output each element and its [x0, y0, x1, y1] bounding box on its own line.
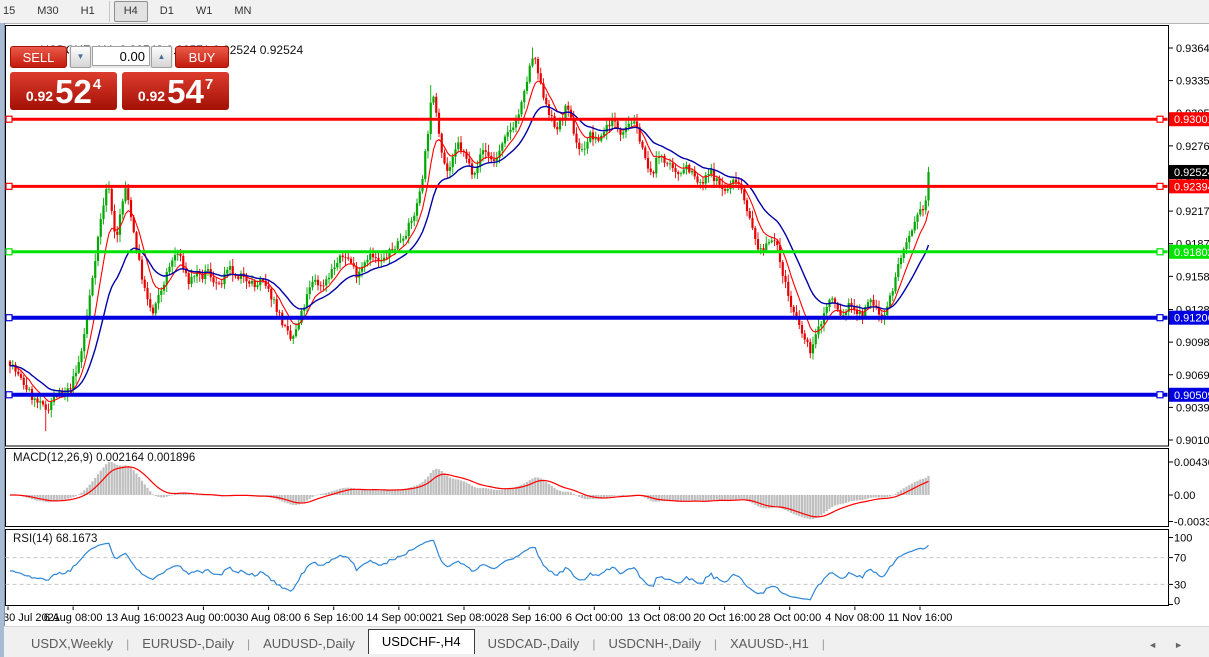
chart-tab-xauusd-h1[interactable]: XAUUSD-,H1 [717, 634, 822, 654]
svg-text:0.93001: 0.93001 [1174, 114, 1209, 126]
volume-increase-button[interactable]: ▲ [151, 46, 172, 68]
svg-text:11 Nov 16:00: 11 Nov 16:00 [888, 612, 953, 624]
svg-text:0.92170: 0.92170 [1176, 206, 1209, 218]
svg-text:-0.00336: -0.00336 [1174, 517, 1209, 529]
toolbar-separator [109, 1, 110, 22]
svg-text:21 Sep 08:00: 21 Sep 08:00 [431, 612, 496, 624]
buy-price-main: 54 [167, 77, 204, 107]
timeframe-button-h1[interactable]: H1 [71, 1, 105, 22]
hline-handle[interactable] [1157, 249, 1163, 255]
hline-handle[interactable] [1157, 116, 1163, 122]
tabs-scroll-left-icon[interactable]: ◄ [1148, 640, 1157, 650]
volume-decrease-button[interactable]: ▼ [70, 46, 91, 68]
svg-text:0.004366: 0.004366 [1174, 457, 1209, 469]
svg-text:6 Sep 16:00: 6 Sep 16:00 [304, 612, 363, 624]
sell-button[interactable]: SELL [10, 46, 67, 68]
price-axis: 0.936450.933500.930550.927600.924650.921… [1169, 43, 1209, 608]
sell-price-prefix: 0.92 [26, 88, 53, 104]
buy-price-button[interactable]: 0.92 54 7 [122, 72, 229, 110]
svg-text:0.90100: 0.90100 [1176, 435, 1209, 447]
buy-price-prefix: 0.92 [138, 88, 165, 104]
chart-tab-usdcnh-daily[interactable]: USDCNH-,Daily [595, 634, 713, 654]
chart-tab-usdx-weekly[interactable]: USDX,Weekly [18, 634, 126, 654]
svg-text:0: 0 [1174, 596, 1180, 608]
timeframe-button-w1[interactable]: W1 [186, 1, 223, 22]
timeframe-button-mn[interactable]: MN [224, 1, 261, 22]
svg-text:20 Oct 16:00: 20 Oct 16:00 [693, 612, 756, 624]
sell-price-pip: 4 [93, 76, 101, 93]
sell-price-main: 52 [55, 77, 92, 107]
svg-text:0.93350: 0.93350 [1176, 76, 1209, 88]
chart-tab-usdcad-daily[interactable]: USDCAD-,Daily [475, 634, 593, 654]
window-frame [0, 23, 5, 657]
svg-text:0.92394: 0.92394 [1174, 181, 1209, 193]
hline-handle[interactable] [6, 315, 12, 321]
volume-input[interactable] [92, 46, 150, 66]
svg-text:6 Aug 08:00: 6 Aug 08:00 [44, 612, 103, 624]
rsi-indicator-label: RSI(14) 68.1673 [13, 533, 97, 545]
timeframe-toolbar: 15M30H1 H4D1W1MN [0, 0, 1209, 24]
sell-price-button[interactable]: 0.92 52 4 [10, 72, 117, 110]
svg-text:30 Aug 08:00: 30 Aug 08:00 [236, 612, 301, 624]
svg-text:6 Oct 00:00: 6 Oct 00:00 [566, 612, 623, 624]
hline-handle[interactable] [1157, 392, 1163, 398]
svg-text:4 Nov 08:00: 4 Nov 08:00 [825, 612, 884, 624]
svg-text:0.91206: 0.91206 [1174, 313, 1209, 325]
chart-tab-eurusd-daily[interactable]: EURUSD-,Daily [129, 634, 247, 654]
svg-text:0.91802: 0.91802 [1174, 247, 1209, 259]
hline-handle[interactable] [6, 183, 12, 189]
svg-text:13 Oct 08:00: 13 Oct 08:00 [628, 612, 691, 624]
svg-text:0.90690: 0.90690 [1176, 370, 1209, 382]
buy-button[interactable]: BUY [175, 46, 229, 68]
svg-text:0.93645: 0.93645 [1176, 43, 1209, 55]
hline-handle[interactable] [1157, 315, 1163, 321]
chart-tabs: USDX,Weekly|EURUSD-,Daily|AUDUSD-,DailyU… [18, 629, 825, 654]
svg-text:0.91580: 0.91580 [1176, 271, 1209, 283]
svg-text:30: 30 [1174, 579, 1186, 591]
one-click-trade-panel: SELL ▼ ▲ BUY 0.92 52 4 0.92 54 7 [10, 46, 229, 110]
svg-text:14 Sep 00:00: 14 Sep 00:00 [366, 612, 431, 624]
hline-handle[interactable] [6, 392, 12, 398]
svg-text:23 Aug 00:00: 23 Aug 00:00 [171, 612, 236, 624]
hline-handle[interactable] [1157, 183, 1163, 189]
svg-text:0.90985: 0.90985 [1176, 337, 1209, 349]
chart-tab-usdchf-h4[interactable]: USDCHF-,H4 [368, 629, 475, 654]
svg-text:28 Sep 16:00: 28 Sep 16:00 [496, 612, 561, 624]
timeframe-button-d1[interactable]: D1 [150, 1, 184, 22]
rsi-panel-frame [6, 530, 1169, 606]
svg-text:100: 100 [1174, 533, 1192, 545]
svg-text:28 Oct 00:00: 28 Oct 00:00 [758, 612, 821, 624]
timeframe-button-15[interactable]: 15 [0, 1, 25, 22]
svg-text:0.92760: 0.92760 [1176, 141, 1209, 153]
tabs-scroll-right-icon[interactable]: ► [1174, 640, 1183, 650]
buy-price-pip: 7 [205, 76, 213, 93]
svg-text:0.90509: 0.90509 [1174, 390, 1209, 402]
timeframe-button-h4[interactable]: H4 [114, 1, 148, 22]
timeframe-button-m30[interactable]: M30 [27, 1, 68, 22]
hline-handle[interactable] [6, 249, 12, 255]
svg-text:70: 70 [1174, 553, 1186, 565]
svg-text:0.92524: 0.92524 [1174, 167, 1209, 179]
hline-handle[interactable] [6, 116, 12, 122]
tab-separator: | [822, 634, 825, 654]
chart-tabs-bar: USDX,Weekly|EURUSD-,Daily|AUDUSD-,DailyU… [4, 626, 1209, 657]
svg-text:0.00: 0.00 [1174, 490, 1195, 502]
svg-text:13 Aug 16:00: 13 Aug 16:00 [106, 612, 171, 624]
svg-text:0.90395: 0.90395 [1176, 402, 1209, 414]
volume-stepper: ▼ ▲ [69, 46, 173, 68]
chart-tab-audusd-daily[interactable]: AUDUSD-,Daily [250, 634, 368, 654]
date-axis: 30 Jul 20216 Aug 08:0013 Aug 16:0023 Aug… [3, 607, 952, 625]
macd-indicator-label: MACD(12,26,9) 0.002164 0.001896 [13, 452, 195, 464]
terminal-window: 0.936450.933500.930550.927600.924650.921… [0, 0, 1209, 657]
